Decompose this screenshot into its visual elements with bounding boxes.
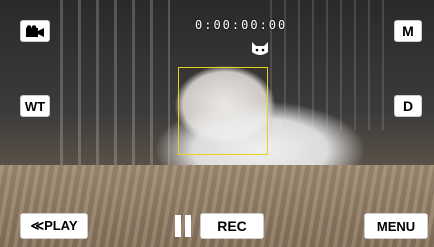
cat-face-icon [252, 42, 268, 55]
record-button[interactable]: REC [200, 213, 264, 239]
zoom-wt-button[interactable]: WT [20, 95, 50, 117]
background-cage [60, 0, 170, 175]
display-button[interactable]: D [394, 95, 422, 117]
time-counter: 0:00:00:00 [195, 18, 288, 32]
video-camera-icon [26, 25, 44, 37]
playback-button[interactable]: ≪PLAY [20, 213, 88, 239]
video-mode-button[interactable] [20, 20, 50, 42]
mode-button[interactable]: M [394, 20, 422, 42]
camera-viewfinder: 0:00:00:00 M WT D ≪PLAY REC MENU [0, 0, 434, 247]
face-detection-box [178, 67, 268, 155]
background-cage-right [270, 0, 390, 130]
pause-icon [173, 215, 193, 237]
menu-button[interactable]: MENU [364, 213, 428, 239]
